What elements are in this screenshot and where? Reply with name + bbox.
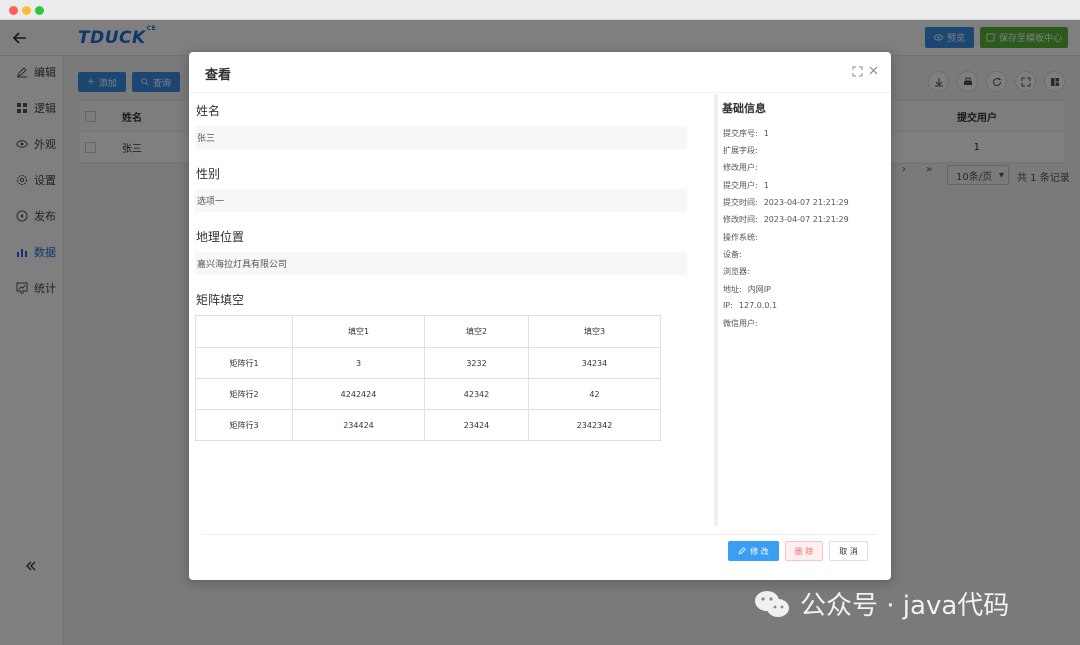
matrix-row: 矩阵行1 3 3232 34234 <box>195 347 661 379</box>
field-label-location: 地理位置 <box>196 230 245 244</box>
field-value-name: 张三 <box>195 126 687 149</box>
matrix-cell: 234424 <box>292 409 425 441</box>
minimize-window-button[interactable] <box>22 6 31 15</box>
info-row: 修改时间: 2023-04-07 21:21:29 <box>723 215 849 224</box>
matrix-cell: 34234 <box>528 347 661 379</box>
matrix-row: 矩阵行2 4242424 42342 42 <box>195 378 661 410</box>
matrix-cell: 3 <box>292 347 425 379</box>
matrix-row-header: 矩阵行2 <box>195 378 293 410</box>
field-label-name: 姓名 <box>196 104 221 118</box>
watermark: 公众号 · java代码 <box>752 585 1009 622</box>
field-value-gender: 选项一 <box>195 189 687 212</box>
matrix-cell: 3232 <box>424 347 529 379</box>
info-row: IP: 127.0.0.1 <box>723 301 778 310</box>
matrix-col-header: 填空2 <box>424 315 529 348</box>
close-icon[interactable] <box>868 65 879 76</box>
info-row: 修改用户: <box>723 163 758 172</box>
panel-divider <box>714 94 718 526</box>
matrix-cell: 4242424 <box>292 378 425 410</box>
info-row: 提交用户: 1 <box>723 181 769 190</box>
matrix-table: 填空1 填空2 填空3 矩阵行1 3 3232 34234 矩阵行2 42424… <box>195 315 661 441</box>
field-value-location: 嘉兴海拉灯具有限公司 <box>195 252 687 275</box>
field-label-matrix: 矩阵填空 <box>196 293 245 307</box>
info-row: 提交序号: 1 <box>723 129 769 138</box>
window-titlebar <box>0 0 1080 20</box>
info-row: 操作系统: <box>723 233 758 242</box>
pencil-icon <box>738 547 746 555</box>
delete-button[interactable]: 删 除 <box>785 541 823 561</box>
info-row: 浏览器: <box>723 267 750 276</box>
basic-info-title: 基础信息 <box>722 102 766 115</box>
info-row: 设备: <box>723 250 742 259</box>
basic-info-panel: 基础信息 提交序号: 1 扩展字段: 修改用户: 提交用户: 1 提交时间: 2023… <box>722 94 887 529</box>
matrix-col-header: 填空3 <box>528 315 661 348</box>
info-row: 微信用户: <box>723 319 758 328</box>
matrix-cell: 23424 <box>424 409 529 441</box>
info-row: 扩展字段: <box>723 146 758 155</box>
dialog-header-divider <box>189 92 891 93</box>
answer-panel: 姓名 张三 性别 选项一 地理位置 嘉兴海拉灯具有限公司 矩阵填空 填空1 填空… <box>195 94 715 529</box>
dialog-title: 查看 <box>205 68 232 83</box>
maximize-window-button[interactable] <box>35 6 44 15</box>
info-row: 提交时间: 2023-04-07 21:21:29 <box>723 198 849 207</box>
matrix-cell: 42 <box>528 378 661 410</box>
matrix-row-header: 矩阵行1 <box>195 347 293 379</box>
matrix-corner-cell <box>195 315 293 348</box>
cancel-button[interactable]: 取 消 <box>829 541 868 561</box>
view-dialog: 查看 姓名 张三 性别 选项一 地理位置 嘉兴海拉灯具有限公司 矩阵填空 填空1… <box>189 52 891 580</box>
edit-button[interactable]: 修 改 <box>728 541 779 561</box>
close-window-button[interactable] <box>9 6 18 15</box>
matrix-row-header: 矩阵行3 <box>195 409 293 441</box>
dialog-footer-divider <box>201 534 877 535</box>
wechat-icon <box>755 590 789 617</box>
matrix-col-header: 填空1 <box>292 315 425 348</box>
field-label-gender: 性别 <box>196 167 221 181</box>
matrix-header-row: 填空1 填空2 填空3 <box>195 315 661 348</box>
info-row: 地址: 内网IP <box>723 285 771 294</box>
matrix-cell: 42342 <box>424 378 529 410</box>
fullscreen-icon[interactable] <box>852 66 863 77</box>
matrix-row: 矩阵行3 234424 23424 2342342 <box>195 409 661 441</box>
matrix-cell: 2342342 <box>528 409 661 441</box>
